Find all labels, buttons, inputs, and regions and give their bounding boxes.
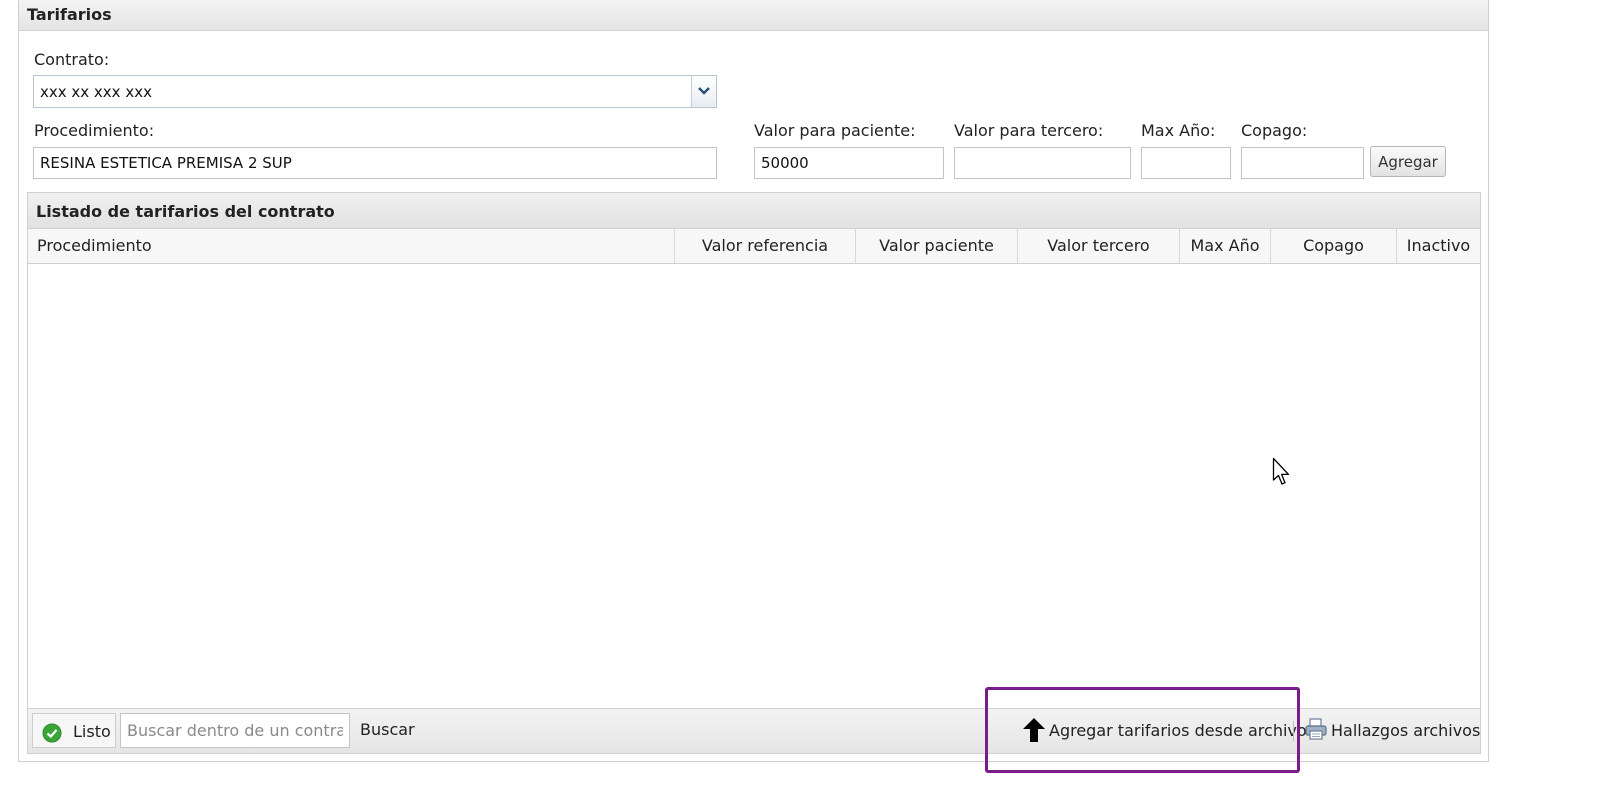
- max-anio-label: Max Año:: [1141, 121, 1216, 140]
- chevron-down-icon: [698, 87, 710, 95]
- status-text: Listo: [73, 722, 111, 741]
- procedimiento-label: Procedimiento:: [34, 121, 155, 140]
- grid-toolbar: Listo Buscar Agregar tarifarios desde ar…: [28, 708, 1480, 753]
- tarifarios-panel: Tarifarios Contrato: xxx xx xxx xxx Proc…: [18, 0, 1489, 762]
- valor-paciente-input[interactable]: [754, 147, 944, 179]
- status-indicator: Listo: [32, 713, 116, 748]
- upload-tariffs-label: Agregar tarifarios desde archivo: [1049, 721, 1307, 740]
- contrato-select-value: xxx xx xxx xxx: [40, 83, 152, 101]
- check-circle-icon: [42, 723, 62, 743]
- copago-label: Copago:: [1241, 121, 1308, 140]
- contrato-select[interactable]: xxx xx xxx xxx: [33, 75, 717, 108]
- column-header-inactivo[interactable]: Inactivo: [1397, 229, 1480, 263]
- agregar-button[interactable]: Agregar: [1370, 146, 1446, 177]
- grid-title-bar: Listado de tarifarios del contrato: [28, 193, 1480, 229]
- valor-tercero-label: Valor para tercero:: [954, 121, 1104, 140]
- max-anio-input[interactable]: [1141, 147, 1231, 179]
- grid-body: [28, 264, 1480, 709]
- search-button[interactable]: Buscar: [360, 720, 415, 739]
- arrow-up-icon: [1023, 718, 1045, 742]
- tarifarios-grid: Listado de tarifarios del contrato Proce…: [27, 192, 1481, 754]
- column-header-procedimiento[interactable]: Procedimiento: [28, 229, 675, 263]
- grid-column-headers: Procedimiento Valor referencia Valor pac…: [28, 229, 1480, 264]
- search-input[interactable]: [120, 713, 350, 748]
- findings-files-label: Hallazgos archivos: [1331, 721, 1481, 740]
- contrato-label: Contrato:: [34, 50, 110, 69]
- column-header-valor-paciente[interactable]: Valor paciente: [856, 229, 1018, 263]
- copago-input[interactable]: [1241, 147, 1364, 179]
- contrato-dropdown-button[interactable]: [691, 76, 716, 107]
- column-header-valor-tercero[interactable]: Valor tercero: [1018, 229, 1180, 263]
- column-header-copago[interactable]: Copago: [1271, 229, 1397, 263]
- procedimiento-input[interactable]: [33, 147, 717, 179]
- mouse-pointer-icon: [1272, 457, 1290, 485]
- valor-paciente-label: Valor para paciente:: [754, 121, 916, 140]
- panel-title: Tarifarios: [27, 5, 112, 24]
- column-header-max-anio[interactable]: Max Año: [1180, 229, 1271, 263]
- column-header-valor-referencia[interactable]: Valor referencia: [675, 229, 856, 263]
- valor-tercero-input[interactable]: [954, 147, 1131, 179]
- grid-title: Listado de tarifarios del contrato: [36, 202, 335, 221]
- printer-icon: [1305, 718, 1327, 740]
- toolbar-separator: [1293, 721, 1294, 741]
- panel-header: Tarifarios: [19, 0, 1488, 31]
